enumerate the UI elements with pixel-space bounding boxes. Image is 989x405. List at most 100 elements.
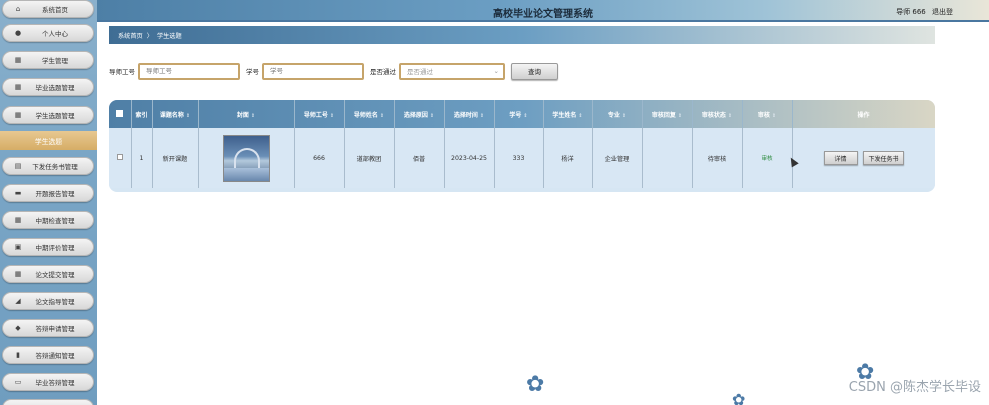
column-header[interactable]: 导师姓名 ⇕ <box>344 100 395 128</box>
sidebar-item-students[interactable]: ▦ 学生管理 <box>2 51 94 69</box>
select-all-checkbox[interactable] <box>109 100 132 128</box>
detail-button[interactable]: 详情 <box>823 151 858 165</box>
audit-link[interactable]: 审核 <box>761 156 772 162</box>
sidebar-item-defense-notice[interactable]: ▮ 答辩通知管理 <box>2 346 94 364</box>
logout-link[interactable]: 退出登 <box>932 8 953 16</box>
sidebar-item-label: 答辩申请管理 <box>35 325 75 333</box>
top-header: 高校毕业论文管理系统 导师 666 退出登 <box>97 0 989 22</box>
cell-audit: 审核 <box>742 128 793 188</box>
sort-icon: ⇕ <box>250 112 256 119</box>
sidebar-item-thesis-submission[interactable]: ▦ 论文提交管理 <box>2 265 94 283</box>
cover-image <box>222 134 270 182</box>
sidebar-item-student-topics[interactable]: ▦ 学生选题管理 <box>2 106 94 124</box>
watermark-text: CSDN @陈杰学长毕设 <box>848 380 981 395</box>
column-header[interactable]: 学生姓名 ⇕ <box>543 100 593 128</box>
sidebar-item-label: 下发任务书管理 <box>32 163 78 171</box>
sidebar-item-label: 答辩通知管理 <box>35 352 75 360</box>
sidebar-item-label: 论文指导管理 <box>35 298 75 306</box>
column-header[interactable]: 选择原因 ⇕ <box>394 100 445 128</box>
archive-icon: ▭ <box>14 378 22 386</box>
sidebar-item-label: 中期评价管理 <box>35 244 75 252</box>
sort-icon: ⇕ <box>727 112 733 119</box>
app-title: 高校毕业论文管理系统 <box>493 9 593 20</box>
column-header[interactable]: 索引 <box>131 100 153 128</box>
chart-icon: ◢ <box>15 297 21 305</box>
query-button[interactable]: 查询 <box>511 62 558 80</box>
column-header[interactable]: 审核状态 ⇕ <box>692 100 743 128</box>
cell-cover <box>198 128 295 188</box>
cell-student-id: 333 <box>494 128 544 188</box>
sidebar-item-label: 系统首页 <box>42 6 68 14</box>
teacher-id-label: 导师工号 <box>109 68 135 76</box>
grid-icon: ▦ <box>14 111 22 119</box>
cell-reply <box>642 128 693 188</box>
cell-reason: 佰普 <box>394 128 445 188</box>
sort-icon: ⇕ <box>429 112 435 119</box>
sidebar-item-label: 中期检查管理 <box>35 217 75 225</box>
search-bar: 导师工号 学号 是否通过 是否通过 ⌄ 查询 <box>109 62 558 80</box>
sidebar-item-task-book[interactable]: ▤ 下发任务书管理 <box>2 157 94 175</box>
sidebar-item-profile[interactable]: ● 个人中心 <box>2 24 94 42</box>
table-row: 1 新开课题 666 道部教团 佰普 2023-04-25 333 杨洋 企业管… <box>109 128 935 188</box>
student-id-label: 学号 <box>246 68 259 76</box>
flower-icon: ✿ <box>526 372 545 397</box>
sidebar-item-thesis-guidance[interactable]: ◢ 论文指导管理 <box>2 292 94 310</box>
cell-index: 1 <box>131 128 153 188</box>
passed-select-value: 是否通过 <box>407 68 433 76</box>
sort-icon: ⇕ <box>771 112 777 119</box>
cell-actions: 详情 下发任务书 <box>792 128 935 188</box>
grid-icon: ▦ <box>14 56 22 64</box>
column-header[interactable]: 专业 ⇕ <box>592 100 643 128</box>
grid-icon: ▣ <box>14 243 22 251</box>
shield-icon: ◆ <box>15 324 21 332</box>
breadcrumb-home[interactable]: 系统首页 <box>118 31 143 40</box>
current-user-label: 导师 666 <box>896 8 926 16</box>
flower-icon: ✿ <box>732 390 746 405</box>
sidebar-item-graduation-defense[interactable]: ▭ 毕业答辩管理 <box>2 373 94 391</box>
column-header[interactable]: 封面 ⇕ <box>198 100 295 128</box>
home-icon: ⌂ <box>15 5 21 13</box>
column-header[interactable]: 导师工号 ⇕ <box>294 100 345 128</box>
grid-icon: ▦ <box>14 83 22 91</box>
sort-icon: ⇕ <box>185 112 191 119</box>
sort-icon: ⇕ <box>379 112 385 119</box>
sidebar-item-more[interactable] <box>2 399 94 405</box>
student-id-input[interactable] <box>262 62 364 80</box>
row-checkbox[interactable] <box>109 128 132 188</box>
sidebar-item-midterm-check[interactable]: ▦ 中期检查管理 <box>2 211 94 229</box>
issue-task-book-button[interactable]: 下发任务书 <box>863 151 904 165</box>
sidebar-item-label: 开题报告管理 <box>35 190 75 198</box>
sort-icon: ⇕ <box>621 112 627 119</box>
sidebar: ⌂ 系统首页 ● 个人中心 ▦ 学生管理 ▦ 毕业选题管理 ▦ 学生选题管理 学… <box>0 0 97 405</box>
column-header: 操作 <box>792 100 935 128</box>
sidebar-item-home[interactable]: ⌂ 系统首页 <box>2 0 94 18</box>
sidebar-item-label: 毕业选题管理 <box>35 84 75 92</box>
column-header[interactable]: 课题名称 ⇕ <box>152 100 199 128</box>
column-header[interactable]: 审核回复 ⇕ <box>642 100 693 128</box>
teacher-id-input[interactable] <box>138 62 240 80</box>
sidebar-item-label: 学生选题管理 <box>35 112 75 120</box>
sidebar-subitem-student-topic-active[interactable]: 学生选题 <box>0 131 97 150</box>
sidebar-item-defense-application[interactable]: ◆ 答辩申请管理 <box>2 319 94 337</box>
sidebar-item-label: 毕业答辩管理 <box>35 379 75 387</box>
column-header[interactable]: 选择时间 ⇕ <box>444 100 495 128</box>
cell-teacher-id: 666 <box>294 128 345 188</box>
passed-select[interactable]: 是否通过 ⌄ <box>399 62 505 80</box>
passed-label: 是否通过 <box>370 68 396 76</box>
column-header[interactable]: 学号 ⇕ <box>494 100 544 128</box>
sidebar-item-label: 学生管理 <box>42 57 68 65</box>
sidebar-item-midterm-evaluation[interactable]: ▣ 中期评价管理 <box>2 238 94 256</box>
breadcrumb: 系统首页 〉 学生选题 <box>109 26 935 44</box>
column-header[interactable]: 审核 ⇕ <box>742 100 793 128</box>
sort-icon: ⇕ <box>677 112 683 119</box>
sort-icon: ⇕ <box>523 112 528 119</box>
sidebar-item-proposal-report[interactable]: ▬ 开题报告管理 <box>2 184 94 202</box>
sidebar-item-graduation-topics[interactable]: ▦ 毕业选题管理 <box>2 78 94 96</box>
bar-chart-icon: ▮ <box>16 351 20 359</box>
breadcrumb-current: 学生选题 <box>156 32 182 40</box>
document-icon: ▤ <box>14 162 22 170</box>
cell-major: 企业管理 <box>592 128 643 188</box>
chevron-down-icon: ⌄ <box>493 67 499 75</box>
current-user: 导师 666 退出登 <box>896 7 953 17</box>
cell-topic: 新开课题 <box>152 128 199 188</box>
